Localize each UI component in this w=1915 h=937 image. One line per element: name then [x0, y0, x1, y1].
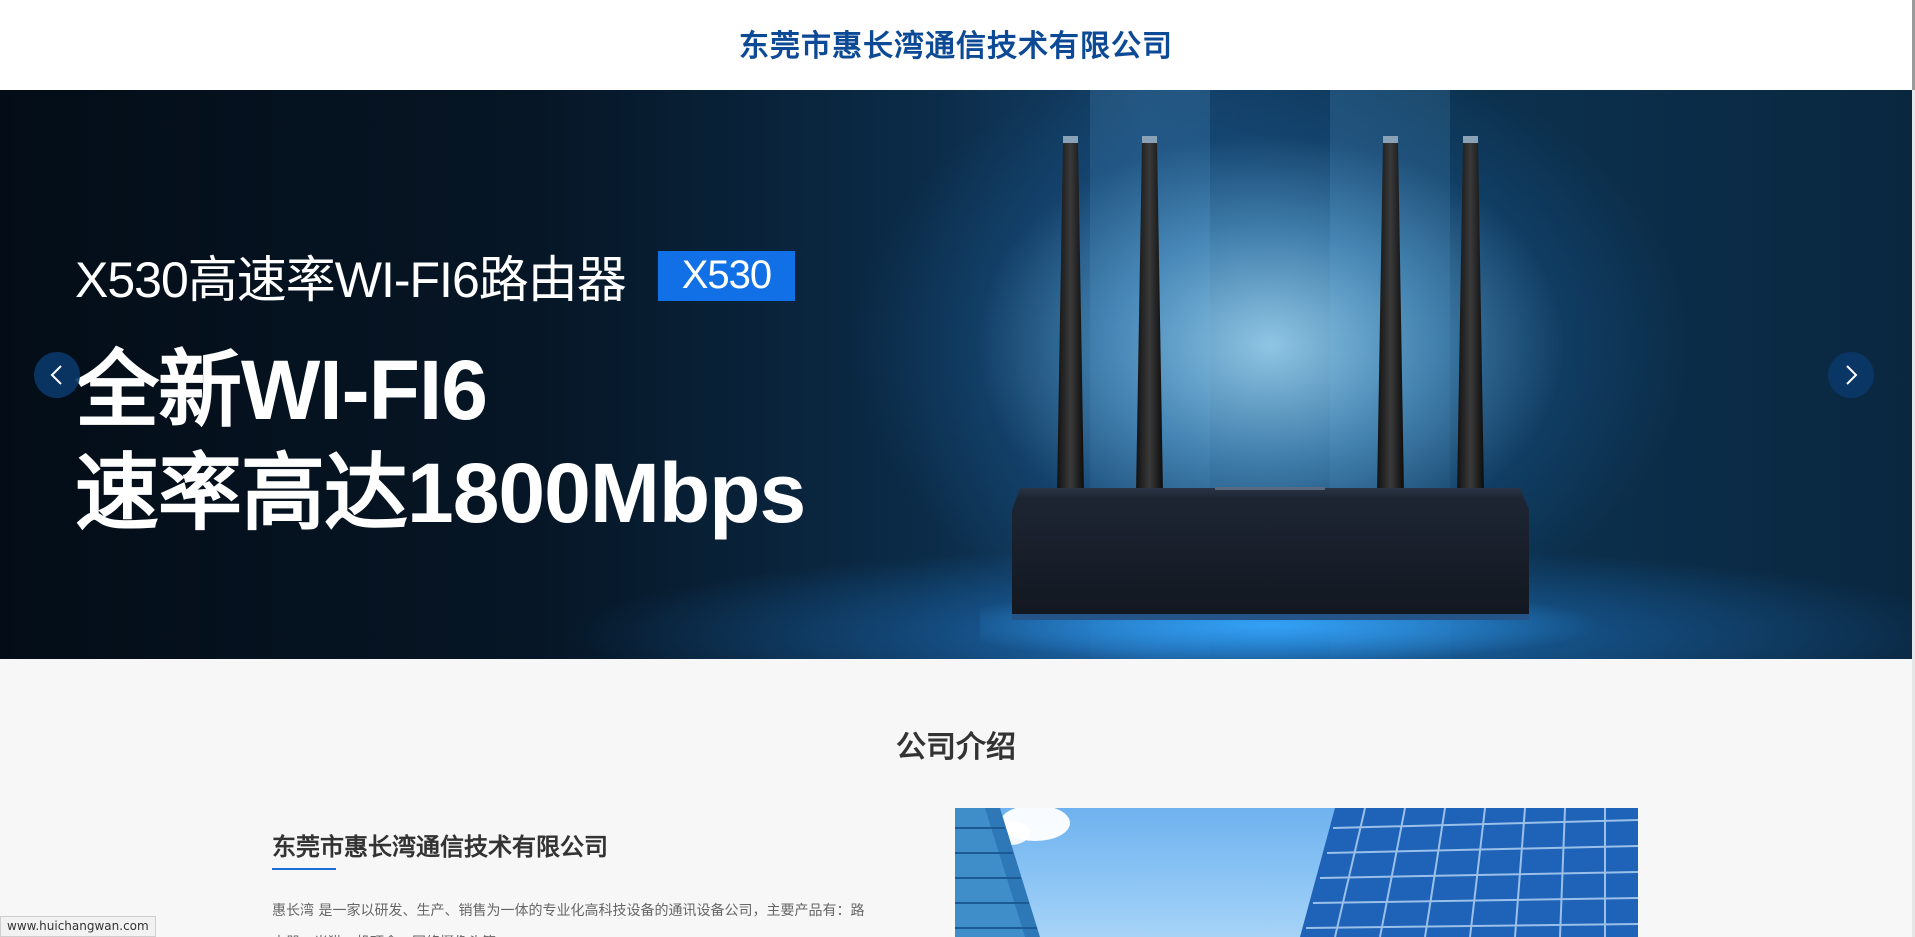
model-badge: X530 [657, 251, 796, 301]
building-illustration [955, 808, 1638, 937]
banner-subtitle: X530高速率WI-FI6路由器 X530 [75, 240, 796, 312]
antenna [1457, 140, 1484, 495]
router-edge [1012, 614, 1529, 620]
hero-banner[interactable]: X530高速率WI-FI6路由器 X530 全新WI-FI6 速率高达1800M… [0, 90, 1912, 659]
site-header: 东莞市惠长湾通信技术有限公司 [0, 0, 1912, 90]
company-name-heading: 东莞市惠长湾通信技术有限公司 [272, 833, 608, 861]
site-title[interactable]: 东莞市惠长湾通信技术有限公司 [739, 21, 1173, 65]
banner-subtitle-text: X530高速率WI-FI6路由器 [75, 252, 627, 308]
chevron-right-icon [1846, 365, 1858, 385]
antenna [1057, 140, 1084, 495]
section-title: 公司介绍 [896, 730, 1016, 765]
company-description: 惠长湾 是一家以研发、生产、销售为一体的专业化高科技设备的通讯设备公司，主要产品… [272, 903, 865, 937]
heading-underline [272, 868, 336, 870]
status-bar-url: www.huichangwan.com [0, 916, 156, 937]
banner-headline-2: 速率高达1800Mbps [75, 446, 806, 540]
antenna-tip [1063, 136, 1078, 143]
carousel-prev-button[interactable] [34, 352, 80, 398]
antenna-tip [1142, 136, 1157, 143]
company-intro-section: 公司介绍 东莞市惠长湾通信技术有限公司 惠长湾 是一家以研发、生产、销售为一体的… [0, 659, 1912, 937]
carousel-next-button[interactable] [1828, 352, 1874, 398]
antenna-tip [1383, 136, 1398, 143]
company-building-image [955, 808, 1638, 937]
antenna [1377, 140, 1404, 495]
antenna [1136, 140, 1163, 495]
antenna-tip [1463, 136, 1478, 143]
router-image [980, 136, 1600, 659]
router-led-strip [1215, 487, 1325, 490]
router-body [1012, 488, 1529, 620]
chevron-left-icon [50, 365, 62, 385]
